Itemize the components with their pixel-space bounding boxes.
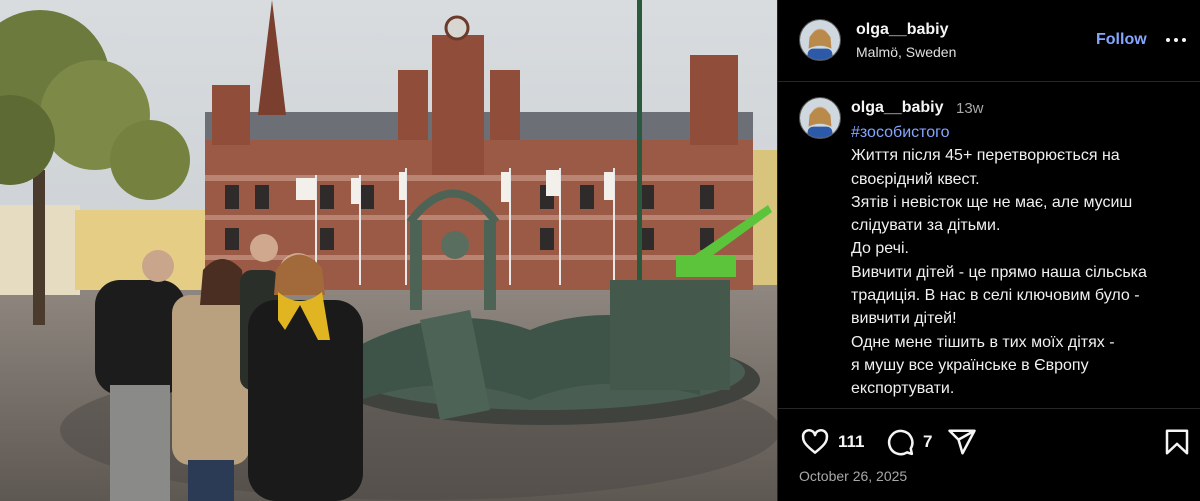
caption-timestamp[interactable]: 13w — [956, 100, 984, 117]
post-caption: olga__babiy 13w #зособистого Життя після… — [778, 83, 1200, 408]
caption-avatar[interactable] — [799, 97, 841, 139]
share-button[interactable] — [947, 427, 977, 457]
paper-plane-icon — [948, 429, 976, 455]
caption-line: я мушу все українське в Європу — [851, 356, 1089, 374]
caption-line: своєрідний квест. — [851, 170, 980, 188]
post-header: olga__babiy Malmö, Sweden Follow — [778, 0, 1200, 82]
post-side-panel: olga__babiy Malmö, Sweden Follow olga__b… — [777, 0, 1200, 501]
heart-icon — [801, 429, 829, 454]
caption-line: вивчити дітей! — [851, 310, 957, 328]
caption-username[interactable]: olga__babiy — [851, 99, 943, 117]
caption-line: Життя після 45+ перетворюється на — [851, 147, 1120, 165]
follow-button[interactable]: Follow — [1096, 31, 1147, 49]
post-image — [0, 0, 777, 501]
caption-text: #зособистого Життя після 45+ перетворюєт… — [851, 121, 1196, 401]
like-count[interactable]: 111 — [838, 432, 865, 452]
comment-button[interactable]: 7 — [885, 427, 932, 457]
caption-line: Вивчити дітей - це прямо наша сільська — [851, 263, 1147, 281]
author-username[interactable]: olga__babiy — [856, 21, 948, 39]
save-button[interactable] — [1162, 427, 1192, 457]
caption-line: традиція. В нас в селі ключовим було - — [851, 287, 1140, 305]
like-button[interactable]: 111 — [800, 427, 865, 457]
bookmark-icon — [1165, 429, 1189, 455]
post-actions: 111 7 October 26, 2025 — [778, 408, 1200, 501]
caption-line: Зятів і невісток ще не має, але мусиш — [851, 193, 1133, 211]
post-location[interactable]: Malmö, Sweden — [856, 44, 956, 60]
comment-icon — [887, 429, 914, 456]
caption-line: Одне мене тішить в тих моїх дітях - — [851, 333, 1115, 351]
post-photo[interactable] — [0, 0, 777, 501]
author-avatar[interactable] — [799, 19, 841, 61]
more-options-icon[interactable] — [1163, 29, 1189, 51]
caption-line: До речі. — [851, 240, 909, 258]
comment-count[interactable]: 7 — [923, 432, 932, 452]
post-date[interactable]: October 26, 2025 — [799, 468, 907, 484]
hashtag-link[interactable]: #зособистого — [851, 121, 1196, 144]
caption-line: експортувати. — [851, 380, 955, 398]
caption-line: слідувати за дітьми. — [851, 217, 1001, 235]
